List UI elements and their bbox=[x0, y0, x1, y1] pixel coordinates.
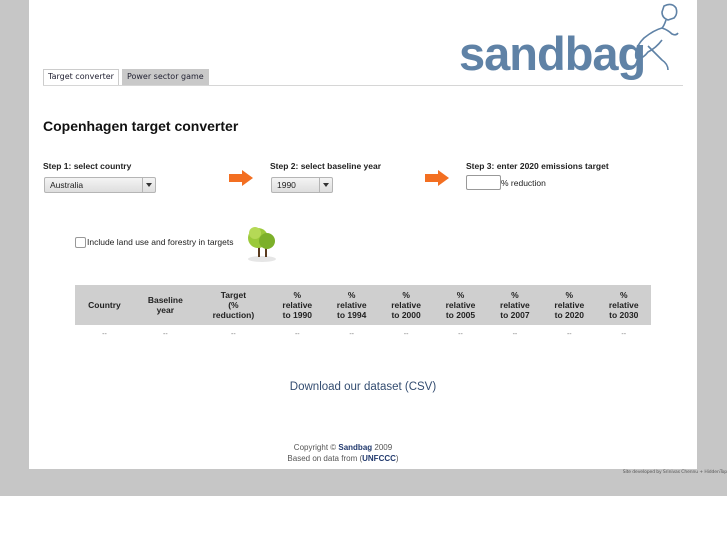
cell-rel-2000: -- bbox=[403, 331, 409, 338]
unfccc-link[interactable]: UNFCCC bbox=[362, 454, 396, 463]
header-rel-2005: % relative to 2005 bbox=[445, 290, 476, 320]
header-rel-2020: % relative to 2020 bbox=[554, 290, 585, 320]
copyright-line: Copyright © Sandbag 2009 bbox=[29, 442, 657, 453]
emissions-target-input[interactable] bbox=[466, 175, 501, 190]
baseline-year-value: 1990 bbox=[277, 180, 296, 190]
copyright-year: 2009 bbox=[372, 443, 393, 452]
tab-bar: Target converter Power sector game bbox=[43, 69, 209, 85]
cell-target: -- bbox=[231, 331, 236, 338]
step1-label: Step 1: select country bbox=[43, 161, 132, 171]
header-country: Country bbox=[88, 300, 121, 310]
land-use-checkbox[interactable] bbox=[75, 237, 86, 248]
land-use-label: Include land use and forestry in targets bbox=[87, 237, 234, 247]
step3-label: Step 3: enter 2020 emissions target bbox=[466, 161, 609, 171]
chevron-down-icon[interactable] bbox=[142, 178, 155, 192]
sandbag-logo[interactable]: sandbag bbox=[459, 2, 679, 84]
arrow-right-icon bbox=[229, 170, 253, 186]
header-rel-2000: % relative to 2000 bbox=[391, 290, 421, 320]
table-header-row: Country Baseline year Target (% reduction) … bbox=[75, 285, 651, 325]
chevron-down-icon[interactable] bbox=[319, 178, 332, 192]
tab-divider bbox=[43, 85, 683, 86]
cell-rel-2030: -- bbox=[621, 331, 627, 338]
arrow-right-icon bbox=[425, 170, 449, 186]
header-rel-1994: % relative to 1994 bbox=[336, 290, 367, 320]
download-dataset-link[interactable]: Download our dataset (CSV) bbox=[29, 381, 697, 393]
source-suffix: ) bbox=[395, 454, 399, 463]
cell-rel-2007: -- bbox=[512, 331, 518, 338]
cell-rel-1994: -- bbox=[349, 331, 355, 338]
source-line: Based on data from (UNFCCC) bbox=[29, 453, 657, 464]
cell-rel-2020: -- bbox=[566, 331, 572, 338]
developer-credit: Site developed by Srinivas Chennu + Hidd… bbox=[622, 470, 727, 475]
copyright-prefix: Copyright © bbox=[293, 443, 339, 452]
tab-target-converter[interactable]: Target converter bbox=[43, 69, 119, 85]
results-table: Country Baseline year Target (% reduction) … bbox=[75, 285, 651, 339]
header-rel-2007: % relative to 2007 bbox=[500, 290, 530, 320]
tree-icon bbox=[248, 227, 276, 262]
footer: Copyright © Sandbag 2009 Based on data f… bbox=[29, 442, 657, 464]
sandbag-link[interactable]: Sandbag bbox=[338, 443, 372, 452]
baseline-year-select[interactable]: 1990 bbox=[271, 177, 333, 193]
tab-power-sector-game[interactable]: Power sector game bbox=[121, 69, 209, 85]
header-rel-1990: % relative to 1990 bbox=[282, 290, 313, 320]
country-select[interactable]: Australia bbox=[44, 177, 156, 193]
page-title: Copenhagen target converter bbox=[43, 118, 239, 134]
reduction-suffix: % reduction bbox=[501, 178, 546, 188]
cell-rel-2005: -- bbox=[458, 331, 463, 338]
logo-text: sandbag bbox=[459, 27, 646, 80]
cell-country: -- bbox=[102, 331, 107, 338]
person-carrying-sandbag-icon bbox=[634, 3, 679, 71]
header-rel-2030: % relative to 2030 bbox=[608, 290, 639, 320]
header-target: Target (% reduction) bbox=[212, 290, 255, 320]
cell-baseline-year: -- bbox=[162, 331, 168, 338]
step2-label: Step 2: select baseline year bbox=[270, 161, 382, 171]
source-prefix: Based on data from ( bbox=[287, 454, 363, 463]
header-baseline-year: Baseline year bbox=[147, 295, 183, 315]
cell-rel-1990: -- bbox=[294, 331, 300, 338]
content-panel: Target converter Power sector game sandb… bbox=[29, 0, 697, 469]
table-row: -- -- -- -- -- -- -- -- -- -- bbox=[75, 325, 651, 339]
country-select-value: Australia bbox=[50, 180, 84, 190]
